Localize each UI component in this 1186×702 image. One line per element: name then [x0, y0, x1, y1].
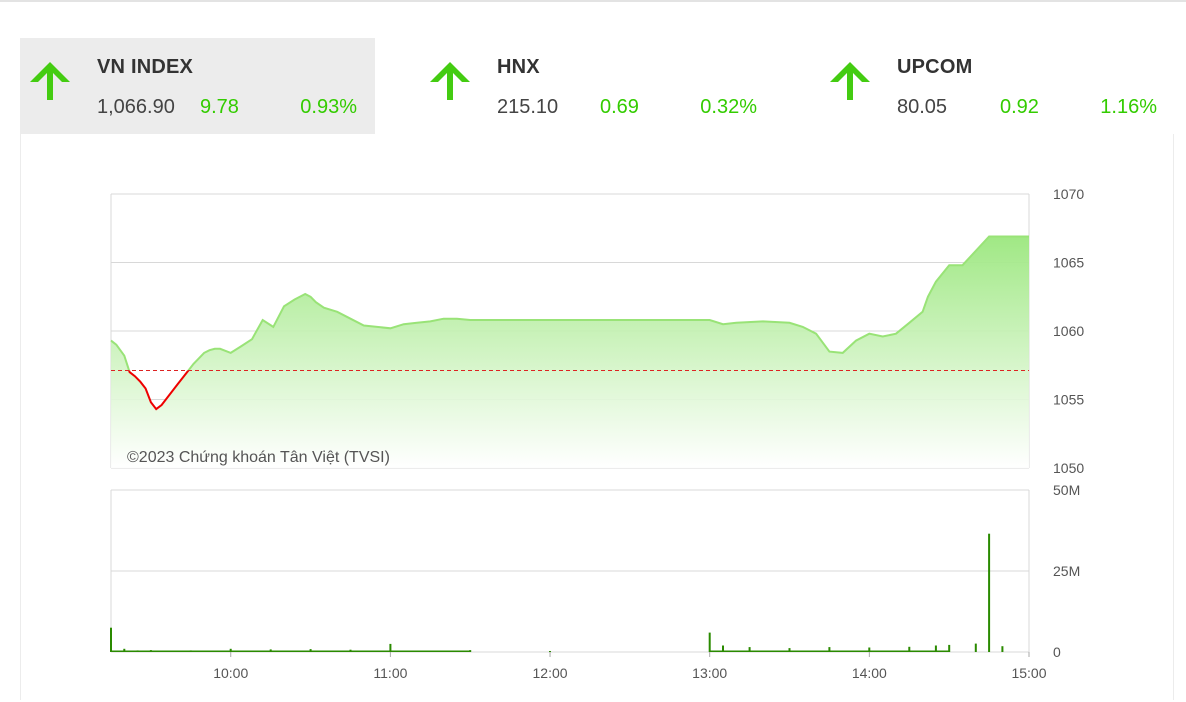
volume-bar — [988, 533, 991, 652]
index-tab-upcom[interactable]: UPCOM 80.05 0.92 1.16% — [820, 38, 1175, 134]
price-tick-label: 1050 — [1053, 460, 1084, 476]
index-value: 215.10 — [497, 96, 559, 118]
volume-baseline-band — [709, 650, 950, 652]
index-tab-hnx[interactable]: HNX 215.10 0.69 0.32% — [420, 38, 775, 134]
index-chart[interactable]: ©2023 Chứng khoán Tân Việt (TVSI) 107010… — [21, 134, 1175, 700]
time-axis: 10:00 11:00 12:00 13:00 14:00 15:00 — [213, 652, 1047, 681]
up-arrow-icon — [30, 62, 70, 100]
index-percent: 1.16% — [1100, 96, 1157, 118]
time-tick-label: 10:00 — [213, 665, 248, 681]
volume-bar — [974, 643, 977, 652]
time-tick-label: 15:00 — [1011, 665, 1046, 681]
time-tick-label: 13:00 — [692, 665, 727, 681]
price-tick-label: 1065 — [1053, 255, 1084, 271]
index-value: 1,066.90 — [97, 96, 175, 118]
top-divider — [0, 0, 1186, 2]
volume-bar — [1001, 646, 1004, 652]
volume-grid — [110, 489, 1030, 653]
price-area — [111, 236, 1029, 468]
index-name: UPCOM — [897, 56, 973, 78]
index-change: 9.78 — [200, 96, 239, 118]
price-tick-label: 1060 — [1053, 323, 1084, 339]
up-arrow-icon — [430, 62, 470, 100]
price-axis: 1070 1065 1060 1055 1050 — [1053, 186, 1084, 476]
volume-bar — [549, 651, 551, 652]
volume-tick-label: 25M — [1053, 563, 1080, 579]
index-name: HNX — [497, 56, 540, 78]
chart-panel: ©2023 Chứng khoán Tân Việt (TVSI) 1070 10… — [20, 134, 1174, 700]
price-tick-label: 1055 — [1053, 392, 1084, 408]
time-tick-label: 14:00 — [852, 665, 887, 681]
volume-axis: 50M 25M 0 — [1053, 482, 1080, 660]
volume-bar — [110, 627, 112, 652]
index-name: VN INDEX — [97, 56, 194, 78]
volume-tick-label: 50M — [1053, 482, 1080, 498]
index-change: 0.69 — [600, 96, 639, 118]
volume-bar — [708, 632, 711, 652]
volume-baseline-band — [111, 650, 471, 652]
price-tick-label: 1070 — [1053, 186, 1084, 202]
time-tick-label: 12:00 — [533, 665, 568, 681]
time-tick-label: 11:00 — [373, 665, 407, 681]
chart-watermark: ©2023 Chứng khoán Tân Việt (TVSI) — [127, 449, 390, 466]
index-value: 80.05 — [897, 96, 948, 118]
price-plot — [110, 235, 1029, 468]
index-percent: 0.93% — [300, 96, 357, 118]
volume-tick-label: 0 — [1053, 644, 1061, 660]
index-change: 0.92 — [1000, 96, 1039, 118]
index-percent: 0.32% — [700, 96, 757, 118]
index-tab-vnindex[interactable]: VN INDEX 1,066.90 9.78 0.93% — [20, 38, 375, 134]
index-tabs: VN INDEX 1,066.90 9.78 0.93% HNX 215.10 … — [20, 38, 1180, 134]
up-arrow-icon — [830, 62, 870, 100]
volume-bars — [110, 533, 1004, 652]
